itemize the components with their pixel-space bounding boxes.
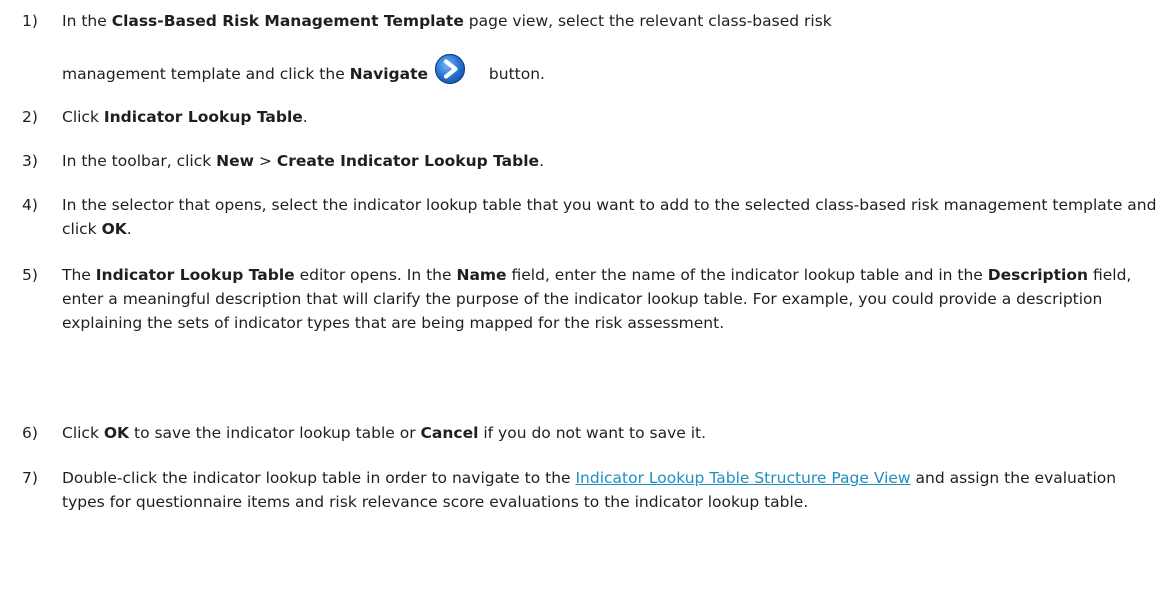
step-text: Double-click the indicator lookup table … — [62, 469, 1117, 511]
step-number: 1) — [22, 12, 38, 30]
structure-page-view-link[interactable]: Indicator Lookup Table Structure Page Vi… — [575, 469, 910, 487]
step-number: 3) — [22, 152, 38, 170]
step-1-line-2: management template and click the Naviga… — [62, 53, 1162, 86]
step-number: 5) — [22, 266, 38, 284]
navigate-label: Navigate — [349, 65, 428, 83]
navigate-arrow-icon — [434, 53, 466, 85]
step-text: Click OK to save the indicator lookup ta… — [62, 424, 707, 442]
page-view-name: Class-Based Risk Management Template — [111, 12, 464, 30]
step-number: 6) — [22, 424, 38, 442]
step-number: 4) — [22, 196, 38, 214]
step-number: 2) — [22, 108, 38, 126]
step-number: 7) — [22, 469, 38, 487]
procedure-document: 1) In the Class-Based Risk Management Te… — [0, 0, 1168, 608]
step-text: In the toolbar, click New > Create Indic… — [62, 152, 544, 170]
step-text: Click Indicator Lookup Table. — [62, 108, 308, 126]
step-text: In the selector that opens, select the i… — [62, 196, 1157, 238]
step-text: The Indicator Lookup Table editor opens.… — [62, 266, 1132, 332]
step-text: In the Class-Based Risk Management Templ… — [62, 9, 1162, 86]
